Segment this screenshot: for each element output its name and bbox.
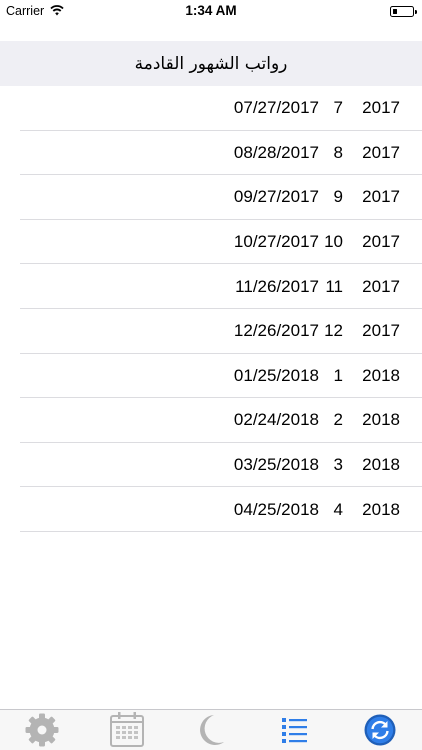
row-month: 10 bbox=[324, 232, 343, 252]
list-item: 01/25/2018 1 2018 bbox=[0, 354, 422, 399]
row-date: 08/28/2017 bbox=[233, 142, 319, 162]
tab-moon[interactable] bbox=[181, 710, 241, 750]
status-bar: Carrier 1:34 AM bbox=[0, 0, 422, 22]
row-month: 2 bbox=[333, 410, 343, 430]
row-year: 2018 bbox=[362, 455, 400, 475]
row-year: 2018 bbox=[362, 410, 400, 430]
row-date: 09/27/2017 bbox=[233, 187, 319, 207]
list-icon bbox=[282, 718, 308, 743]
refresh-icon bbox=[364, 714, 396, 746]
row-date: 01/25/2018 bbox=[233, 365, 319, 385]
list-item: 03/25/2018 3 2018 bbox=[0, 443, 422, 488]
row-date: 02/24/2018 bbox=[233, 410, 319, 430]
list-item: 07/27/2017 7 2017 bbox=[0, 86, 422, 131]
row-year: 2017 bbox=[362, 276, 400, 296]
calendar-icon bbox=[109, 712, 144, 747]
tab-refresh[interactable] bbox=[350, 710, 410, 750]
list-item: 02/24/2018 2 2018 bbox=[0, 398, 422, 443]
tab-settings[interactable] bbox=[12, 710, 72, 750]
row-year: 2017 bbox=[362, 142, 400, 162]
moon-icon bbox=[200, 715, 224, 745]
row-year: 2017 bbox=[362, 187, 400, 207]
list-item: 04/25/2018 4 2018 bbox=[0, 487, 422, 532]
list-item: 09/27/2017 9 2017 bbox=[0, 175, 422, 220]
row-month: 7 bbox=[333, 98, 343, 118]
row-month: 3 bbox=[333, 455, 343, 475]
status-time: 1:34 AM bbox=[185, 3, 237, 18]
row-year: 2017 bbox=[362, 232, 400, 252]
tab-bar bbox=[0, 709, 422, 750]
row-month: 9 bbox=[333, 187, 343, 207]
tab-calendar[interactable] bbox=[97, 710, 157, 750]
tab-list[interactable] bbox=[265, 710, 325, 750]
list-item: 08/28/2017 8 2017 bbox=[0, 131, 422, 176]
gear-icon bbox=[25, 713, 59, 747]
row-month: 8 bbox=[333, 142, 343, 162]
list-item: 12/26/2017 12 2017 bbox=[0, 309, 422, 354]
list-item: 11/26/2017 11 2017 bbox=[0, 264, 422, 309]
row-date: 10/27/2017 bbox=[233, 232, 319, 252]
row-date: 03/25/2018 bbox=[233, 455, 319, 475]
row-date: 11/26/2017 bbox=[235, 276, 319, 296]
row-year: 2018 bbox=[362, 365, 400, 385]
row-date: 07/27/2017 bbox=[233, 98, 319, 118]
row-month: 1 bbox=[333, 365, 343, 385]
row-year: 2017 bbox=[362, 321, 400, 341]
battery-icon bbox=[390, 6, 417, 17]
list-item: 10/27/2017 10 2017 bbox=[0, 220, 422, 265]
page-title: رواتب الشهور القادمة bbox=[0, 41, 422, 86]
row-date: 12/26/2017 bbox=[233, 321, 319, 341]
row-year: 2017 bbox=[362, 98, 400, 118]
row-date: 04/25/2018 bbox=[233, 499, 319, 519]
row-month: 4 bbox=[333, 499, 343, 519]
row-month: 12 bbox=[324, 321, 343, 341]
row-year: 2018 bbox=[362, 499, 400, 519]
salary-list: 07/27/2017 7 2017 08/28/2017 8 2017 09/27/2017… bbox=[0, 86, 422, 532]
row-month: 11 bbox=[325, 276, 343, 296]
